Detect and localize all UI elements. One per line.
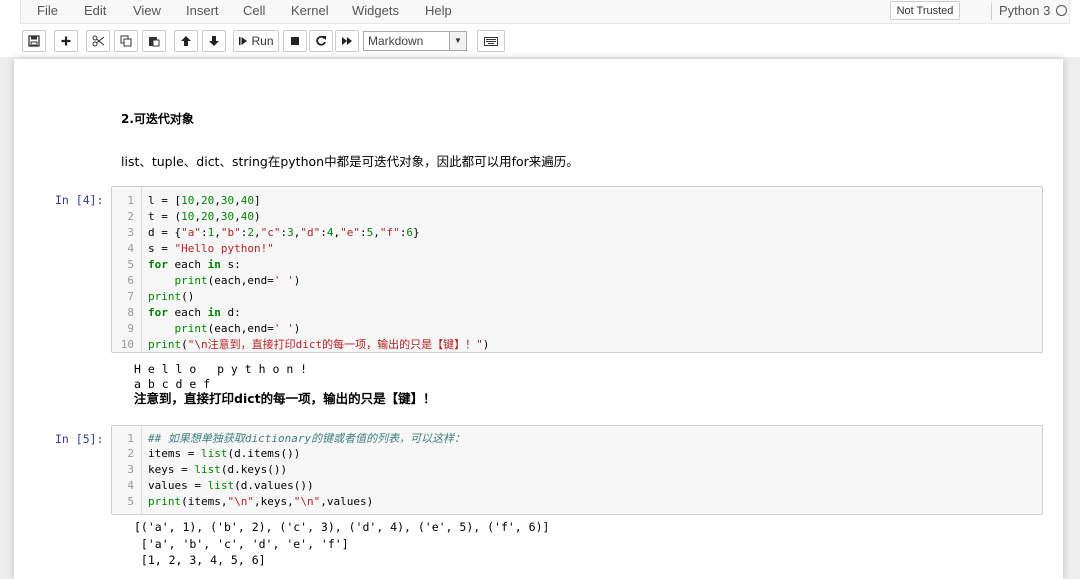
line-number: 9 (127, 322, 134, 335)
paste-icon (149, 37, 160, 47)
line-number: 3 (127, 226, 134, 239)
command-palette-button[interactable] (477, 30, 505, 52)
kernel-name[interactable]: Python 3 (999, 3, 1050, 18)
code-line: ## 如果想单独获取dictionary的键或者值的列表，可以这样： (148, 432, 466, 445)
cell-output-line: [('a', 1), ('b', 2), ('c', 3), ('d', 4),… (134, 520, 550, 534)
arrow-down-icon (209, 36, 219, 46)
cell-type-select[interactable]: Markdown ▼ (363, 31, 467, 51)
copy-icon (120, 35, 132, 47)
stop-icon (291, 37, 299, 45)
save-button[interactable] (22, 30, 46, 52)
insert-cell-button[interactable] (54, 30, 78, 52)
line-number: 5 (127, 495, 134, 508)
code-line: items = list(d.items()) (148, 447, 301, 460)
move-up-button[interactable] (174, 30, 198, 52)
menu-file[interactable]: File (37, 3, 58, 18)
menu-bar: File Edit View Insert Cell Kernel Widget… (20, 0, 1070, 24)
fast-forward-icon (342, 37, 352, 45)
line-number: 2 (127, 210, 134, 223)
cell-type-value: Markdown (368, 34, 424, 48)
restart-button[interactable] (309, 30, 333, 52)
line-number: 1 (127, 432, 134, 445)
line-number: 2 (127, 447, 134, 460)
code-line: keys = list(d.keys()) (148, 463, 288, 476)
save-icon (28, 35, 40, 47)
line-number: 6 (127, 274, 134, 287)
menu-edit[interactable]: Edit (84, 3, 106, 18)
menu-view[interactable]: View (133, 3, 161, 18)
cell-prompt: In [5]: (55, 432, 104, 446)
markdown-heading: 2.可迭代对象 (121, 112, 194, 126)
line-number: 1 (127, 194, 134, 207)
code-line: print("\n注意到，直接打印dict的每一项，输出的只是【键】！") (148, 338, 490, 351)
cell-output-line: 注意到，直接打印dict的每一项，输出的只是【键】！ (134, 391, 436, 406)
code-line: print(each,end=' ') (174, 274, 301, 287)
cell-prompt: In [4]: (55, 193, 104, 207)
notebook-header: File Edit View Insert Cell Kernel Widget… (0, 0, 1080, 57)
line-number: 8 (127, 306, 134, 319)
code-line: print() (148, 290, 195, 303)
menu-widgets[interactable]: Widgets (352, 3, 399, 18)
run-label: Run (251, 34, 274, 48)
code-line: for each in s: (148, 258, 241, 271)
cell-output-line: ['a', 'b', 'c', 'd', 'e', 'f'] (134, 537, 349, 551)
code-line: print(items,"\n",keys,"\n",values) (148, 495, 374, 508)
menu-help[interactable]: Help (425, 3, 452, 18)
restart-icon (316, 35, 326, 46)
line-number: 5 (127, 258, 134, 271)
line-number: 7 (127, 290, 134, 303)
line-number: 4 (127, 479, 134, 492)
restart-run-all-button[interactable] (335, 30, 359, 52)
run-button[interactable]: Run (233, 30, 279, 52)
cell-output-line: H e l l o p y t h o n ! (134, 362, 308, 376)
code-line: d = {"a":1,"b":2,"c":3,"d":4,"e":5,"f":6… (148, 226, 420, 239)
code-line: s = "Hello python!" (148, 242, 274, 255)
code-line: print(each,end=' ') (174, 322, 301, 335)
keyboard-icon (484, 36, 498, 46)
copy-button[interactable] (114, 30, 138, 52)
code-line: t = (10,20,30,40) (148, 210, 261, 223)
code-cell-input[interactable]: 1 l = [10,20,30,40] 2 t = (10,20,30,40) 3 d… (111, 186, 1043, 353)
chevron-down-icon: ▼ (449, 32, 466, 50)
menu-insert[interactable]: Insert (186, 3, 219, 18)
paste-button[interactable] (142, 30, 166, 52)
markdown-paragraph: list、tuple、dict、string在python中都是可迭代对象，因此… (121, 154, 579, 169)
menu-cell[interactable]: Cell (243, 3, 265, 18)
code-line: l = [10,20,30,40] (148, 194, 261, 207)
plus-icon (61, 36, 71, 46)
code-cell-input[interactable]: 1 ## 如果想单独获取dictionary的键或者值的列表，可以这样： 2 ite… (111, 425, 1043, 515)
cell-output-line: [1, 2, 3, 4, 5, 6] (134, 553, 266, 567)
cell-output-line: a b c d e f (134, 377, 211, 391)
line-number: 4 (127, 242, 134, 255)
interrupt-button[interactable] (283, 30, 307, 52)
line-number: 10 (120, 338, 134, 351)
move-down-button[interactable] (202, 30, 226, 52)
menu-kernel[interactable]: Kernel (291, 3, 329, 18)
kernel-idle-icon (1056, 5, 1067, 16)
code-line: for each in d: (148, 306, 241, 319)
line-number: 3 (127, 463, 134, 476)
kernel-separator (991, 3, 992, 20)
cut-icon (92, 35, 104, 47)
not-trusted-badge[interactable]: Not Trusted (890, 1, 960, 20)
code-line: values = list(d.values()) (148, 479, 314, 492)
run-icon (239, 37, 248, 45)
cut-button[interactable] (86, 30, 110, 52)
arrow-up-icon (181, 36, 191, 46)
